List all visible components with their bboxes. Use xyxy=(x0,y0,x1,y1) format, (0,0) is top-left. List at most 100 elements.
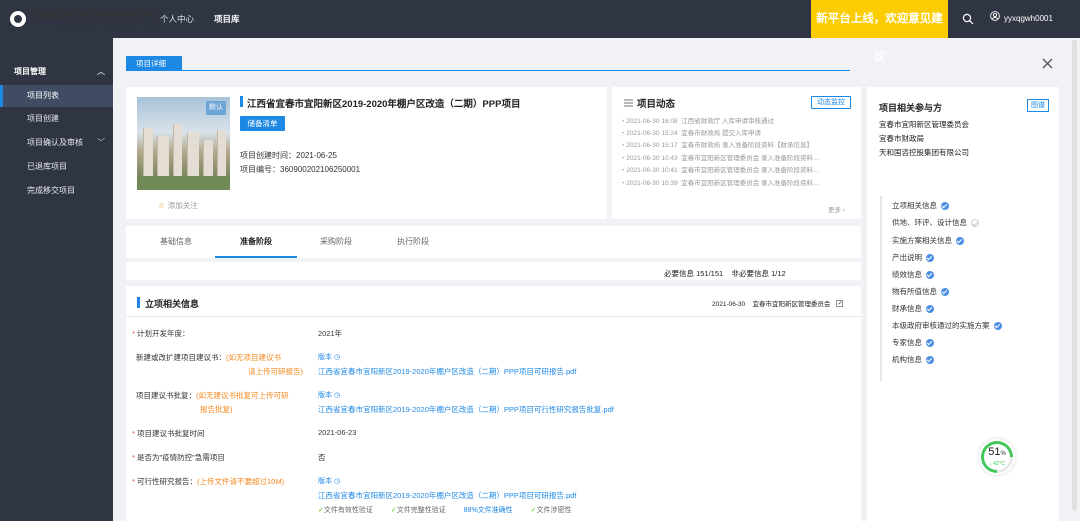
clock-icon: ◷ xyxy=(333,354,341,361)
title-accent xyxy=(240,96,243,107)
check-validity: ✓文件有效性验证 xyxy=(318,507,373,514)
toc-item[interactable]: 机构信息 xyxy=(892,354,934,365)
username: yyxqgwh0001 xyxy=(1004,14,1053,23)
check-circle-icon xyxy=(941,287,949,296)
project-created-time: 项目创建时间：2021-06-25 xyxy=(240,151,337,160)
star-icon: ☆ xyxy=(158,201,165,210)
dynamic-monitor-button[interactable]: 动态监控 xyxy=(811,96,851,109)
edit-icon[interactable] xyxy=(836,300,844,309)
version-link[interactable]: 版本 ◷ xyxy=(318,476,340,486)
sidebar-item-transferred[interactable]: 完成移交项目 xyxy=(0,180,113,202)
system-monitor-widget[interactable]: 51% ↓ 42°C xyxy=(974,434,1020,480)
check-confidentiality: ✓文件涉密性 xyxy=(530,507,572,514)
logo-title: 财政部政府和社会资本合作中心 xyxy=(30,10,164,21)
project-title: 江西省宜春市宜阳新区2019-2020年棚户区改造（二期）PPP项目 xyxy=(247,99,521,110)
divider xyxy=(126,316,861,317)
log-item: • 2021-06-30 15:24 宜春市财政局 提交入库申请 xyxy=(622,130,762,137)
tab-basic-info[interactable]: 基础信息 xyxy=(140,226,212,258)
logo-icon xyxy=(10,11,26,27)
gauge-percent: 51% xyxy=(988,446,1006,458)
check-circle-icon xyxy=(926,338,934,347)
nav-project-library[interactable]: 项目库 xyxy=(214,0,240,38)
logo[interactable]: 财政部政府和社会资本合作中心 CPPPC CHINA PUBLIC PRIVAT… xyxy=(10,10,163,28)
participant-item: 宜春市宜阳新区管理委员会 xyxy=(879,120,969,129)
check-circle-icon xyxy=(926,355,934,364)
section-title: 立项相关信息 xyxy=(145,299,200,309)
file-checks: ✓文件有效性验证 ✓文件完整性验证 88%文件准确性 ✓文件涉密性 xyxy=(318,505,588,515)
user-menu[interactable]: yyxqgwh0001 xyxy=(990,0,1053,38)
check-completeness: ✓文件完整性验证 xyxy=(390,507,446,514)
chevron-down-icon: ﹀ xyxy=(97,138,105,147)
nav-personal-center[interactable]: 个人中心 xyxy=(160,0,194,38)
clock-icon: ◷ xyxy=(333,392,341,399)
sidebar: 项目管理 ︿ 项目列表 项目创建 项目确认及审核 ﹀ 已退库项目 完成移交项目 xyxy=(0,38,113,521)
tab-project-detail[interactable]: 项目详细 xyxy=(126,56,182,71)
scrollbar-thumb[interactable] xyxy=(1072,40,1077,510)
check-circle-icon xyxy=(926,304,934,313)
sidebar-group-project-management[interactable]: 项目管理 ︿ xyxy=(0,61,113,83)
clock-icon: ◷ xyxy=(333,478,341,485)
approval-label: 项目建议书批复：(如无建议书批复可上传可研 xyxy=(136,391,289,400)
add-follow-button[interactable]: ☆ 添加关注 xyxy=(158,200,198,211)
version-link[interactable]: 版本 ◷ xyxy=(318,352,340,362)
check-circle-icon xyxy=(926,270,934,279)
chevron-up-icon: ︿ xyxy=(97,67,105,76)
tab-procurement[interactable]: 采购阶段 xyxy=(300,226,372,258)
more-link[interactable]: 更多 › xyxy=(828,204,845,214)
toc-item[interactable]: 物有所值信息 xyxy=(892,286,949,297)
epidemic-label: * 是否为"疫情防控"急需项目 xyxy=(132,453,225,462)
section-accent xyxy=(137,297,140,308)
plan-year-value: 2021年 xyxy=(318,329,343,338)
toc-item[interactable]: 实施方案相关信息 xyxy=(892,235,964,246)
list-icon xyxy=(624,99,633,107)
sidebar-item-confirm-review[interactable]: 项目确认及审核 ﹀ xyxy=(0,132,113,154)
dynamics-title: 项目动态 xyxy=(637,99,676,110)
log-item: • 2021-06-30 10:43 宜春市宜阳新区管理委员会 录入准备阶段资料.… xyxy=(622,155,819,162)
sidebar-item-project-list[interactable]: 项目列表 xyxy=(0,85,113,107)
chevron-right-icon: › xyxy=(842,207,845,214)
tab-execution[interactable]: 执行阶段 xyxy=(377,226,449,258)
graph-button[interactable]: 图谱 xyxy=(1027,99,1049,112)
version-link[interactable]: 版本 ◷ xyxy=(318,390,340,400)
plan-year-label: * 计划开发年度： xyxy=(132,329,190,338)
approval-time-label: * 项目建议书批复时间 xyxy=(132,429,205,438)
sidebar-item-withdrawn[interactable]: 已退库项目 xyxy=(0,156,113,178)
toc-item[interactable]: 绩效信息 xyxy=(892,269,934,280)
search-icon[interactable] xyxy=(962,13,974,25)
toc-item[interactable]: 本级政府审核通过的实施方案 xyxy=(892,320,1002,331)
toc-item[interactable]: 专家信息 xyxy=(892,337,934,348)
toc-item[interactable]: 财承信息 xyxy=(892,303,934,314)
tab-preparation[interactable]: 准备阶段 xyxy=(215,226,297,258)
project-image: 默认 xyxy=(137,97,230,190)
toc-item[interactable]: 供地、环评、设计信息 xyxy=(892,217,979,228)
proposal-label: 新建或改扩建项目建议书：(如无项目建议书 xyxy=(136,353,281,362)
feasibility-label: * 可行性研究报告：(上传文件请不要超过10M) xyxy=(132,477,285,486)
epidemic-value: 否 xyxy=(318,453,326,462)
feedback-banner[interactable]: 新平台上线，欢迎意见建议 xyxy=(811,0,948,63)
feasibility-file-link[interactable]: 江西省宜春市宜阳新区2019-2020年棚户区改造（二期）PPP项目可研报告.p… xyxy=(318,490,576,501)
gauge-temperature: ↓ 42°C xyxy=(988,461,1006,467)
participant-item: 天和国咨控股集团有限公司 xyxy=(879,148,969,157)
log-item: • 2021-06-30 15:17 宜春市财政局 录入准备阶段资料【财承信息】 xyxy=(622,142,814,149)
toc-item[interactable]: 产出说明 xyxy=(892,252,934,263)
user-icon xyxy=(990,0,1000,38)
approval-hint: 报告批复) xyxy=(200,405,233,414)
default-image-tag: 默认 xyxy=(206,101,226,115)
sidebar-item-project-create[interactable]: 项目创建 xyxy=(0,108,113,130)
approval-file-link[interactable]: 江西省宜春市宜阳新区2019-2020年棚户区改造（二期）PPP项目可行性研究报… xyxy=(318,404,614,415)
check-circle-icon xyxy=(926,253,934,262)
log-item: • 2021-06-30 10:41 宜春市宜阳新区管理委员会 录入准备阶段资料.… xyxy=(622,167,819,174)
check-circle-icon xyxy=(971,218,979,227)
log-item: • 2021-06-30 16:08 江西省财政厅 入库申请审核通过 xyxy=(622,118,775,125)
close-icon[interactable] xyxy=(1042,58,1053,69)
section-meta: 2021-06-30 宜春市宜阳新区管理委员会 xyxy=(712,298,844,309)
check-accuracy: 88%文件准确性 xyxy=(463,507,513,514)
project-number: 项目编号：36090020210625​0001 xyxy=(240,165,361,174)
proposal-file-link[interactable]: 江西省宜春市宜阳新区2019-2020年棚户区改造（二期）PPP项目可研报告.p… xyxy=(318,366,576,377)
logo-subtitle: CPPPC CHINA PUBLIC PRIVATE PARTNERSHIPS … xyxy=(30,22,161,27)
reserve-list-badge: 储备清单 xyxy=(240,116,285,131)
toc-item[interactable]: 立项相关信息 xyxy=(892,200,949,211)
section-toc: 立项相关信息 供地、环评、设计信息 实施方案相关信息 产出说明 绩效信息 物有所… xyxy=(880,196,1052,381)
check-circle-icon xyxy=(956,236,964,245)
info-count: 必要信息 151/151 非必要信息 1/12 xyxy=(664,269,786,278)
